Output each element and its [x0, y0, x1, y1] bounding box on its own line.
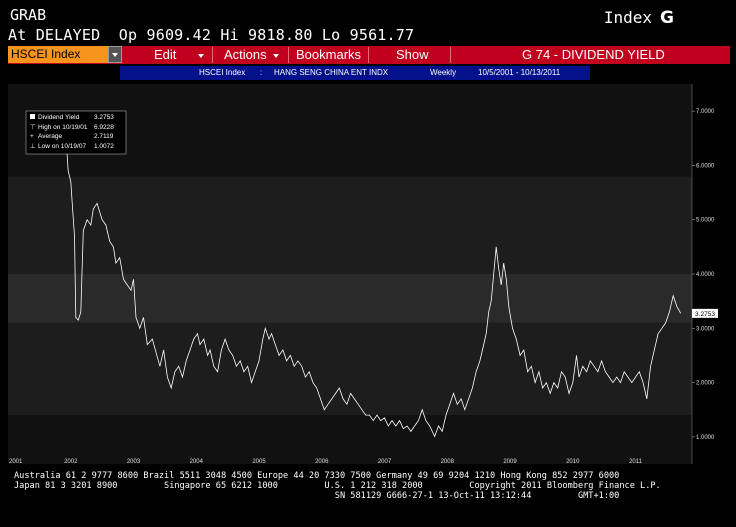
mode-label: Index: [603, 8, 653, 27]
legend-average-icon: +: [30, 133, 34, 140]
chart-band-3: [8, 176, 692, 274]
x-tick-label: 2001: [9, 459, 23, 465]
y-tick-label: 2.0000: [696, 381, 715, 387]
high-value: 9818.80: [248, 26, 313, 44]
chart-band-1: [8, 322, 692, 416]
last-value-label: 3.2753: [695, 311, 715, 318]
legend-average-value: 2.7119: [94, 133, 114, 140]
legend-low-label: Low on 10/19/07: [38, 143, 86, 150]
edit-menu[interactable]: Edit: [154, 46, 205, 64]
bookmarks-menu[interactable]: Bookmarks: [296, 46, 361, 64]
actions-menu[interactable]: Actions: [224, 46, 279, 64]
legend-high-icon: ⊤: [30, 124, 36, 131]
subbar-ticker: HSCEI Index: [199, 68, 246, 77]
chevron-down-icon: [198, 53, 205, 58]
x-tick-label: 2002: [64, 459, 78, 465]
ticker-input[interactable]: HSCEI Index: [8, 46, 108, 63]
x-tick-label: 2003: [127, 459, 141, 465]
low-label: Lo: [321, 26, 341, 44]
chart-band-0: [8, 415, 692, 464]
menu-divider: [368, 47, 369, 63]
subbar-name: HANG SENG CHINA ENT INDX: [274, 68, 389, 77]
x-tick-label: 2011: [629, 459, 643, 465]
legend-high-value: 6.9228: [94, 124, 114, 131]
actions-menu-label: Actions: [224, 47, 267, 62]
x-tick-label: 2004: [190, 459, 204, 465]
legend-swatch: [30, 114, 35, 119]
footer-line-1: Australia 61 2 9777 8600 Brazil 5511 304…: [14, 471, 620, 481]
menu-divider: [212, 47, 213, 63]
chart-title: G 74 - DIVIDEND YIELD: [522, 47, 665, 62]
dividend-yield-chart[interactable]: 1.0000 2.0000 3.0000 4.0000 5.0000 6.0000 7.00…: [8, 82, 730, 467]
show-menu-label: Show: [396, 47, 429, 62]
mode-indicator: Index G: [604, 8, 674, 28]
chevron-down-icon: [112, 53, 118, 57]
legend-series-value: 3.2753: [94, 114, 114, 121]
y-tick-label: 4.0000: [696, 272, 715, 278]
menu-divider: [288, 47, 289, 63]
footer-line-2: Japan 81 3 3201 8900 Singapore 65 6212 1…: [14, 481, 661, 492]
legend-low-value: 1.0072: [94, 143, 114, 150]
y-tick-label: 7.0000: [696, 109, 715, 115]
x-tick-label: 2009: [503, 459, 517, 465]
chart-band-2: [8, 274, 692, 323]
ticker-dropdown-button[interactable]: [108, 46, 122, 63]
x-tick-label: 2007: [378, 459, 392, 465]
subbar-separator: :: [260, 68, 263, 77]
chart-legend: Dividend Yield 3.2753 ⊤ High on 10/19/01…: [25, 110, 127, 155]
show-menu[interactable]: Show: [396, 46, 429, 64]
chart-canvas: 1.0000 2.0000 3.0000 4.0000 5.0000 6.0000 7.00…: [8, 84, 718, 465]
high-label: Hi: [220, 26, 239, 44]
footer-contacts: Australia 61 2 9777 8600 Brazil 5511 304…: [14, 471, 661, 502]
y-axis: 1.0000 2.0000 3.0000 4.0000 5.0000 6.0000 7.00…: [691, 84, 715, 464]
subbar-range: 10/5/2001 - 10/13/2011: [478, 68, 561, 77]
bookmarks-menu-label: Bookmarks: [296, 47, 362, 62]
y-tick-label: 3.0000: [696, 326, 715, 332]
subbar-period: Weekly: [430, 68, 457, 77]
footer-line-3: SN 581129 G666-27-1 13-Oct-11 13:12:44 G…: [14, 491, 620, 502]
open-value: 9609.42: [146, 26, 212, 44]
legend-series-name: Dividend Yield: [38, 114, 80, 121]
chevron-down-icon: [272, 53, 279, 58]
mode-key: G: [660, 8, 674, 28]
y-tick-label: 6.0000: [696, 163, 715, 169]
open-label: Op: [118, 26, 138, 44]
x-tick-label: 2010: [566, 459, 580, 465]
x-tick-label: 2006: [315, 459, 329, 465]
last-value-marker: 3.2753: [692, 308, 718, 318]
legend-average-label: Average: [38, 133, 62, 140]
legend-high-label: High on 10/19/01: [38, 124, 88, 131]
status-text: At DELAYED: [8, 26, 101, 44]
edit-menu-label: Edit: [154, 47, 177, 62]
legend-low-icon: ⊥: [30, 143, 36, 150]
x-tick-label: 2008: [441, 459, 455, 465]
low-value: 9561.77: [349, 26, 415, 44]
function-code: GRAB: [10, 6, 47, 24]
x-tick-label: 2005: [252, 459, 266, 465]
y-tick-label: 5.0000: [696, 218, 715, 224]
y-tick-label: 1.0000: [696, 435, 715, 441]
quote-line: At DELAYED Op 9609.42 Hi 9818.80 Lo 9561…: [8, 26, 414, 44]
menu-divider: [450, 47, 451, 63]
